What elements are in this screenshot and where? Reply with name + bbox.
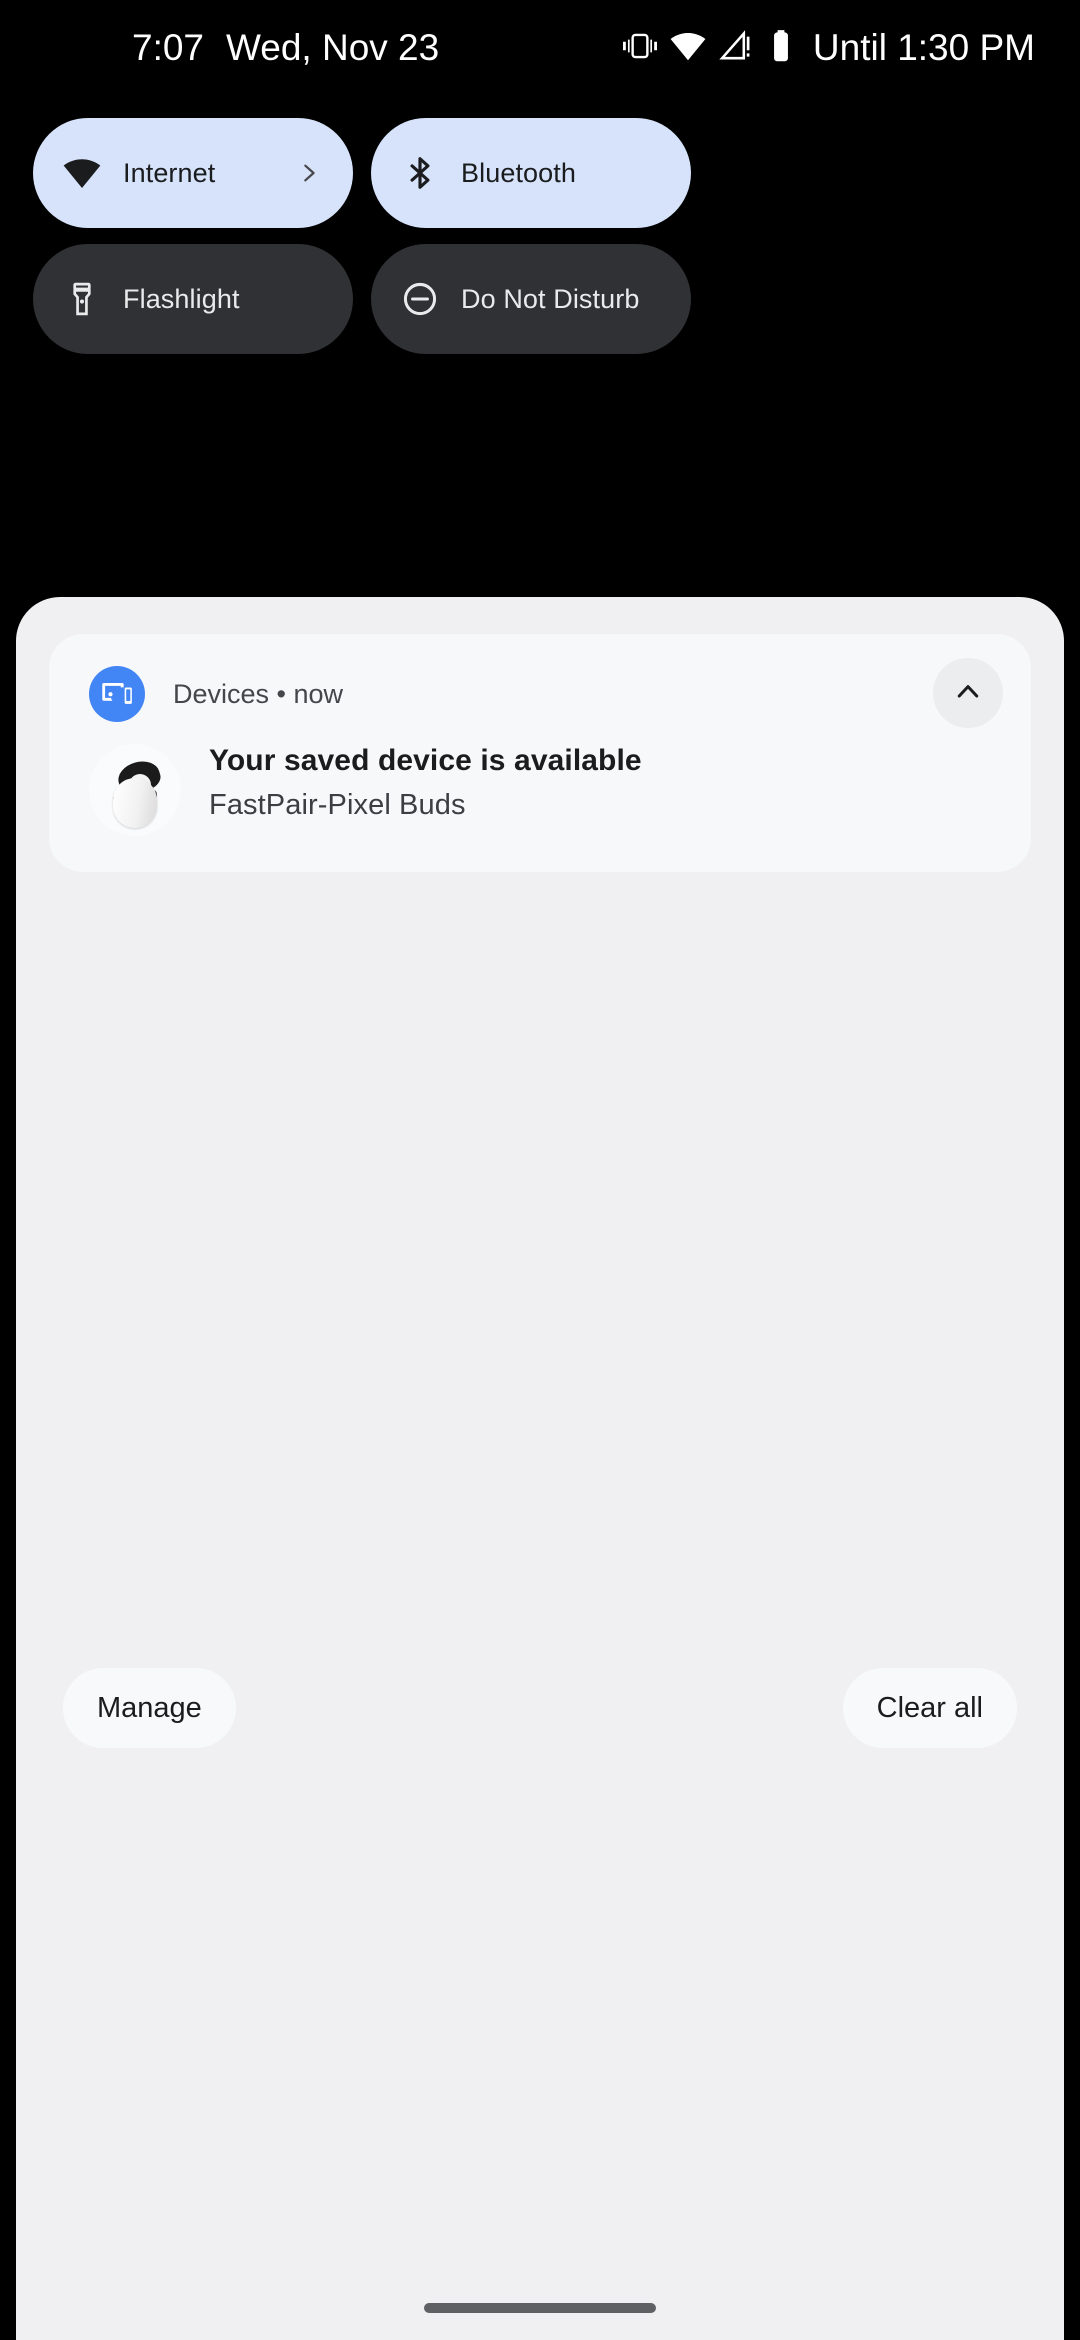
flashlight-icon xyxy=(63,280,101,318)
notification-title: Your saved device is available xyxy=(209,744,642,777)
status-bar: 7:07 Wed, Nov 23 Until 1:30 PM xyxy=(0,0,1080,96)
battery-icon xyxy=(766,29,796,68)
notification-collapse-button[interactable] xyxy=(933,658,1003,728)
clear-all-button[interactable]: Clear all xyxy=(842,1668,1017,1748)
quick-tile-label: Flashlight xyxy=(123,283,240,314)
pixel-buds-case-image xyxy=(89,744,181,836)
quick-tile-internet[interactable]: Internet xyxy=(33,118,353,228)
bluetooth-icon xyxy=(401,154,439,192)
wifi-icon xyxy=(63,154,101,192)
android-quick-settings-screen: 7:07 Wed, Nov 23 Until 1:30 PM Internet … xyxy=(0,0,1080,2340)
quick-tile-label: Do Not Disturb xyxy=(461,283,640,314)
status-date: Wed, Nov 23 xyxy=(226,27,440,68)
quick-settings-tile-grid: Internet Bluetooth Flashlight Do Not Dis… xyxy=(33,118,1047,354)
notification-header: Devices • now xyxy=(89,666,343,722)
notification-body: Your saved device is available FastPair-… xyxy=(89,742,991,836)
status-bar-left: 7:07 Wed, Nov 23 xyxy=(132,27,439,69)
status-clock: 7:07 xyxy=(132,27,205,68)
quick-tile-label: Internet xyxy=(123,157,216,188)
notification-card[interactable]: Devices • now Your saved device is avail… xyxy=(49,634,1031,872)
devices-cast-icon xyxy=(89,666,145,722)
notification-subtitle: FastPair-Pixel Buds xyxy=(209,789,466,821)
status-bar-right: Until 1:30 PM xyxy=(622,0,1035,96)
vibrate-icon xyxy=(622,29,657,68)
notification-shade: Devices • now Your saved device is avail… xyxy=(16,597,1064,2340)
quick-tile-do-not-disturb[interactable]: Do Not Disturb xyxy=(371,244,691,354)
notification-app-line: Devices • now xyxy=(173,678,344,709)
chevron-up-icon xyxy=(953,676,983,711)
chevron-right-icon[interactable] xyxy=(298,162,320,184)
quick-tile-flashlight[interactable]: Flashlight xyxy=(33,244,353,354)
home-gesture-pill[interactable] xyxy=(424,2303,656,2313)
quick-tile-label: Bluetooth xyxy=(461,157,576,188)
notification-text-block: Your saved device is available FastPair-… xyxy=(209,742,642,822)
wifi-icon xyxy=(670,28,706,69)
cell-signal-alert-icon xyxy=(719,29,753,68)
do-not-disturb-icon xyxy=(401,280,439,318)
quick-tile-bluetooth[interactable]: Bluetooth xyxy=(371,118,691,228)
manage-button[interactable]: Manage xyxy=(63,1668,236,1748)
status-until-label: Until 1:30 PM xyxy=(812,27,1035,68)
